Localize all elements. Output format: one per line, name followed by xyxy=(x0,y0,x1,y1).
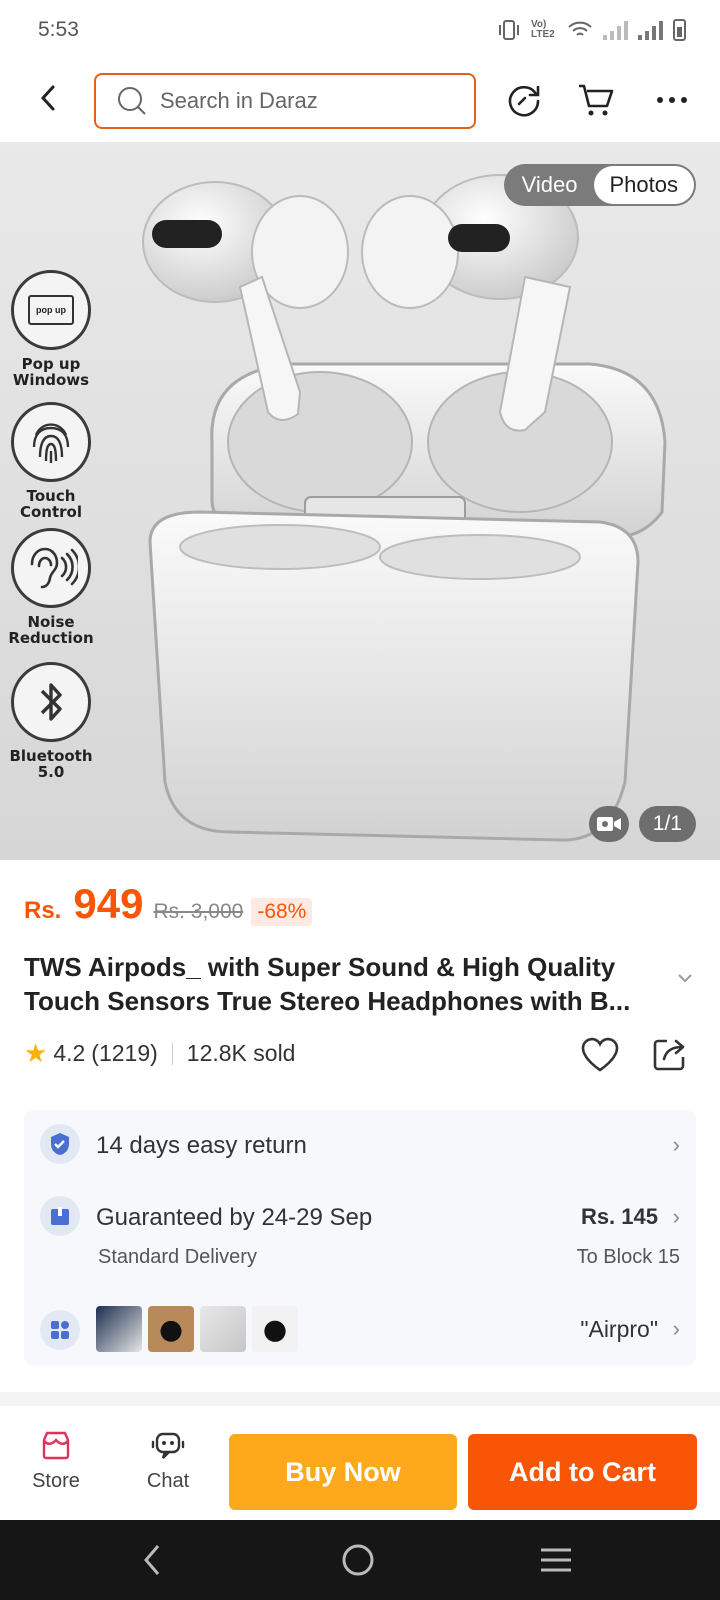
store-icon xyxy=(42,1431,70,1460)
signal-1-icon xyxy=(603,20,628,40)
cart-button[interactable] xyxy=(574,78,618,122)
chevron-down-icon[interactable] xyxy=(676,972,694,984)
popup-window-icon: pop up xyxy=(11,270,91,350)
share-icon[interactable] xyxy=(652,1036,688,1072)
title-line: TWS Airpods_ with Super Sound & High Qua… xyxy=(24,952,616,982)
toggle-photos[interactable]: Photos xyxy=(593,166,694,204)
return-text: 14 days easy return xyxy=(96,1132,307,1159)
status-time: 5:53 xyxy=(38,18,79,41)
section-divider xyxy=(0,1392,720,1406)
thumbnail[interactable] xyxy=(148,1306,194,1352)
chevron-right-icon: › xyxy=(672,1316,680,1341)
chat-label: Chat xyxy=(146,1470,190,1492)
bluetooth-icon xyxy=(11,662,91,742)
system-home-icon[interactable] xyxy=(338,1540,378,1580)
price-value: 949 xyxy=(73,880,144,927)
status-bar: 5:53 Vo) LTE2 xyxy=(0,0,720,60)
battery-icon xyxy=(673,19,686,41)
related-row[interactable]: "Airpro" › xyxy=(40,1306,680,1354)
product-gallery[interactable]: Video Photos pop up Pop up Windows Touch C… xyxy=(0,142,720,860)
feature-noise: Noise Reduction xyxy=(6,528,96,646)
more-icon xyxy=(657,97,687,103)
toggle-video[interactable]: Video xyxy=(506,166,594,204)
price-row: Rs. 949 Rs. 3,000 -68% xyxy=(24,880,313,928)
price-currency: Rs. xyxy=(24,897,62,924)
popup-badge: pop up xyxy=(28,295,74,325)
fingerprint-icon xyxy=(11,402,91,482)
delivery-row[interactable]: Guaranteed by 24-29 Sep Standard Deliver… xyxy=(40,1196,680,1276)
vibrate-icon xyxy=(499,20,519,40)
buy-now-button[interactable]: Buy Now xyxy=(229,1434,457,1510)
delivery-subtext: Standard Delivery xyxy=(98,1246,257,1268)
search-input[interactable]: Search in Daraz xyxy=(94,73,476,129)
chat-tab[interactable]: Chat xyxy=(128,1430,208,1493)
lte-label: Vo) LTE2 xyxy=(531,19,555,40)
wishlist-heart-icon[interactable] xyxy=(580,1036,620,1074)
rating-value: 4.2 xyxy=(53,1040,86,1066)
thumbnail[interactable] xyxy=(96,1306,142,1352)
title-line: Touch Sensors True Stereo Headphones wit… xyxy=(24,986,631,1016)
video-button[interactable] xyxy=(588,806,629,842)
service-card: 14 days easy return › Guaranteed by 24-2… xyxy=(24,1110,696,1366)
search-placeholder: Search in Daraz xyxy=(160,88,318,113)
signal-2-icon xyxy=(638,20,663,40)
system-menu-icon[interactable] xyxy=(538,1540,574,1580)
shield-check-icon xyxy=(40,1124,80,1164)
chat-bot-icon xyxy=(151,1432,185,1459)
feature-label: 5.0 xyxy=(37,763,65,781)
delivery-fee: Rs. 145 xyxy=(580,1204,658,1229)
add-to-cart-button[interactable]: Add to Cart xyxy=(468,1434,697,1510)
store-tab[interactable]: Store xyxy=(16,1430,96,1493)
system-back-icon[interactable] xyxy=(140,1540,164,1580)
status-icons: Vo) LTE2 xyxy=(497,19,686,41)
feature-label: Windows xyxy=(12,371,90,389)
top-nav: Search in Daraz xyxy=(0,60,720,140)
product-title[interactable]: TWS Airpods_ with Super Sound & High Qua… xyxy=(24,950,664,1018)
chevron-left-icon xyxy=(40,85,55,111)
delivery-text: Guaranteed by 24-29 Sep xyxy=(96,1204,373,1231)
ear-icon xyxy=(11,528,91,608)
feature-label: Control xyxy=(19,503,82,521)
chevron-right-icon: › xyxy=(672,1204,680,1229)
wifi-icon xyxy=(568,21,592,36)
thumbnail[interactable] xyxy=(252,1306,298,1352)
related-query: "Airpro" xyxy=(580,1316,658,1342)
discount-badge: -68% xyxy=(251,898,313,926)
thumbnail[interactable] xyxy=(200,1306,246,1352)
delivery-box-icon xyxy=(40,1196,80,1236)
return-row[interactable]: 14 days easy return › xyxy=(40,1124,680,1168)
cart-icon xyxy=(579,84,614,116)
history-icon xyxy=(508,85,540,117)
grid-icon xyxy=(40,1310,80,1350)
feature-touch: Touch Control xyxy=(6,402,96,520)
history-button[interactable] xyxy=(502,78,546,122)
feature-popup: pop up Pop up Windows xyxy=(6,270,96,388)
related-thumbnails[interactable] xyxy=(96,1306,298,1352)
review-count: (1219) xyxy=(91,1040,158,1066)
product-image xyxy=(142,174,667,842)
gallery-pager: 1/1 xyxy=(588,806,696,842)
bottom-action-bar: Store Chat Buy Now Add to Cart xyxy=(0,1420,720,1520)
video-icon xyxy=(596,817,621,831)
delivery-destination: To Block 15 xyxy=(576,1246,680,1268)
more-button[interactable] xyxy=(650,78,694,122)
image-counter: 1/1 xyxy=(638,806,696,842)
back-button[interactable] xyxy=(28,78,68,118)
sold-count: 12.8K sold xyxy=(186,1040,296,1066)
rating-row[interactable]: ★ 4.2 (1219) 12.8K sold xyxy=(24,1038,295,1069)
media-toggle[interactable]: Video Photos xyxy=(503,164,696,206)
original-price: Rs. 3,000 xyxy=(153,900,244,923)
divider xyxy=(171,1042,173,1065)
store-label: Store xyxy=(32,1470,80,1492)
star-icon: ★ xyxy=(24,1038,48,1068)
feature-bluetooth: Bluetooth 5.0 xyxy=(6,662,96,780)
chevron-right-icon: › xyxy=(672,1132,680,1157)
feature-label: Reduction xyxy=(8,629,94,647)
search-icon xyxy=(118,87,146,115)
system-nav-bar xyxy=(0,1520,720,1600)
